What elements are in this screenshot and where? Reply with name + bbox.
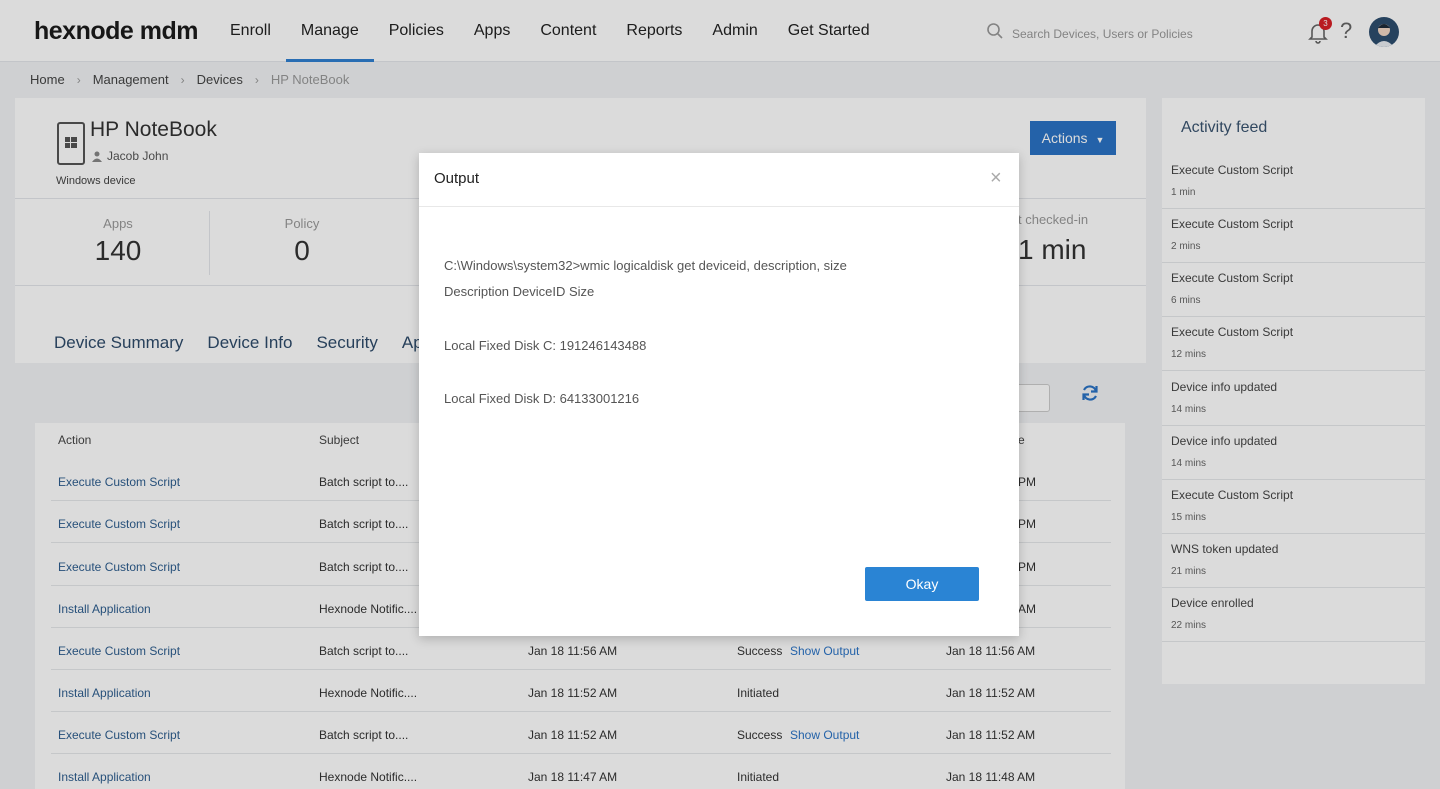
close-icon[interactable]: ×	[990, 167, 1002, 190]
output-line: Local Fixed Disk C: 191246143488	[444, 338, 647, 353]
modal-header: Output ×	[419, 153, 1019, 207]
modal-title: Output	[434, 170, 480, 187]
output-line: Description DeviceID Size	[444, 284, 595, 299]
output-modal: Output × C:\Windows\system32>wmic logica…	[419, 153, 1019, 636]
okay-button[interactable]: Okay	[865, 567, 979, 601]
output-line: Local Fixed Disk D: 64133001216	[444, 391, 640, 406]
output-line: C:\Windows\system32>wmic logicaldisk get…	[444, 258, 847, 273]
